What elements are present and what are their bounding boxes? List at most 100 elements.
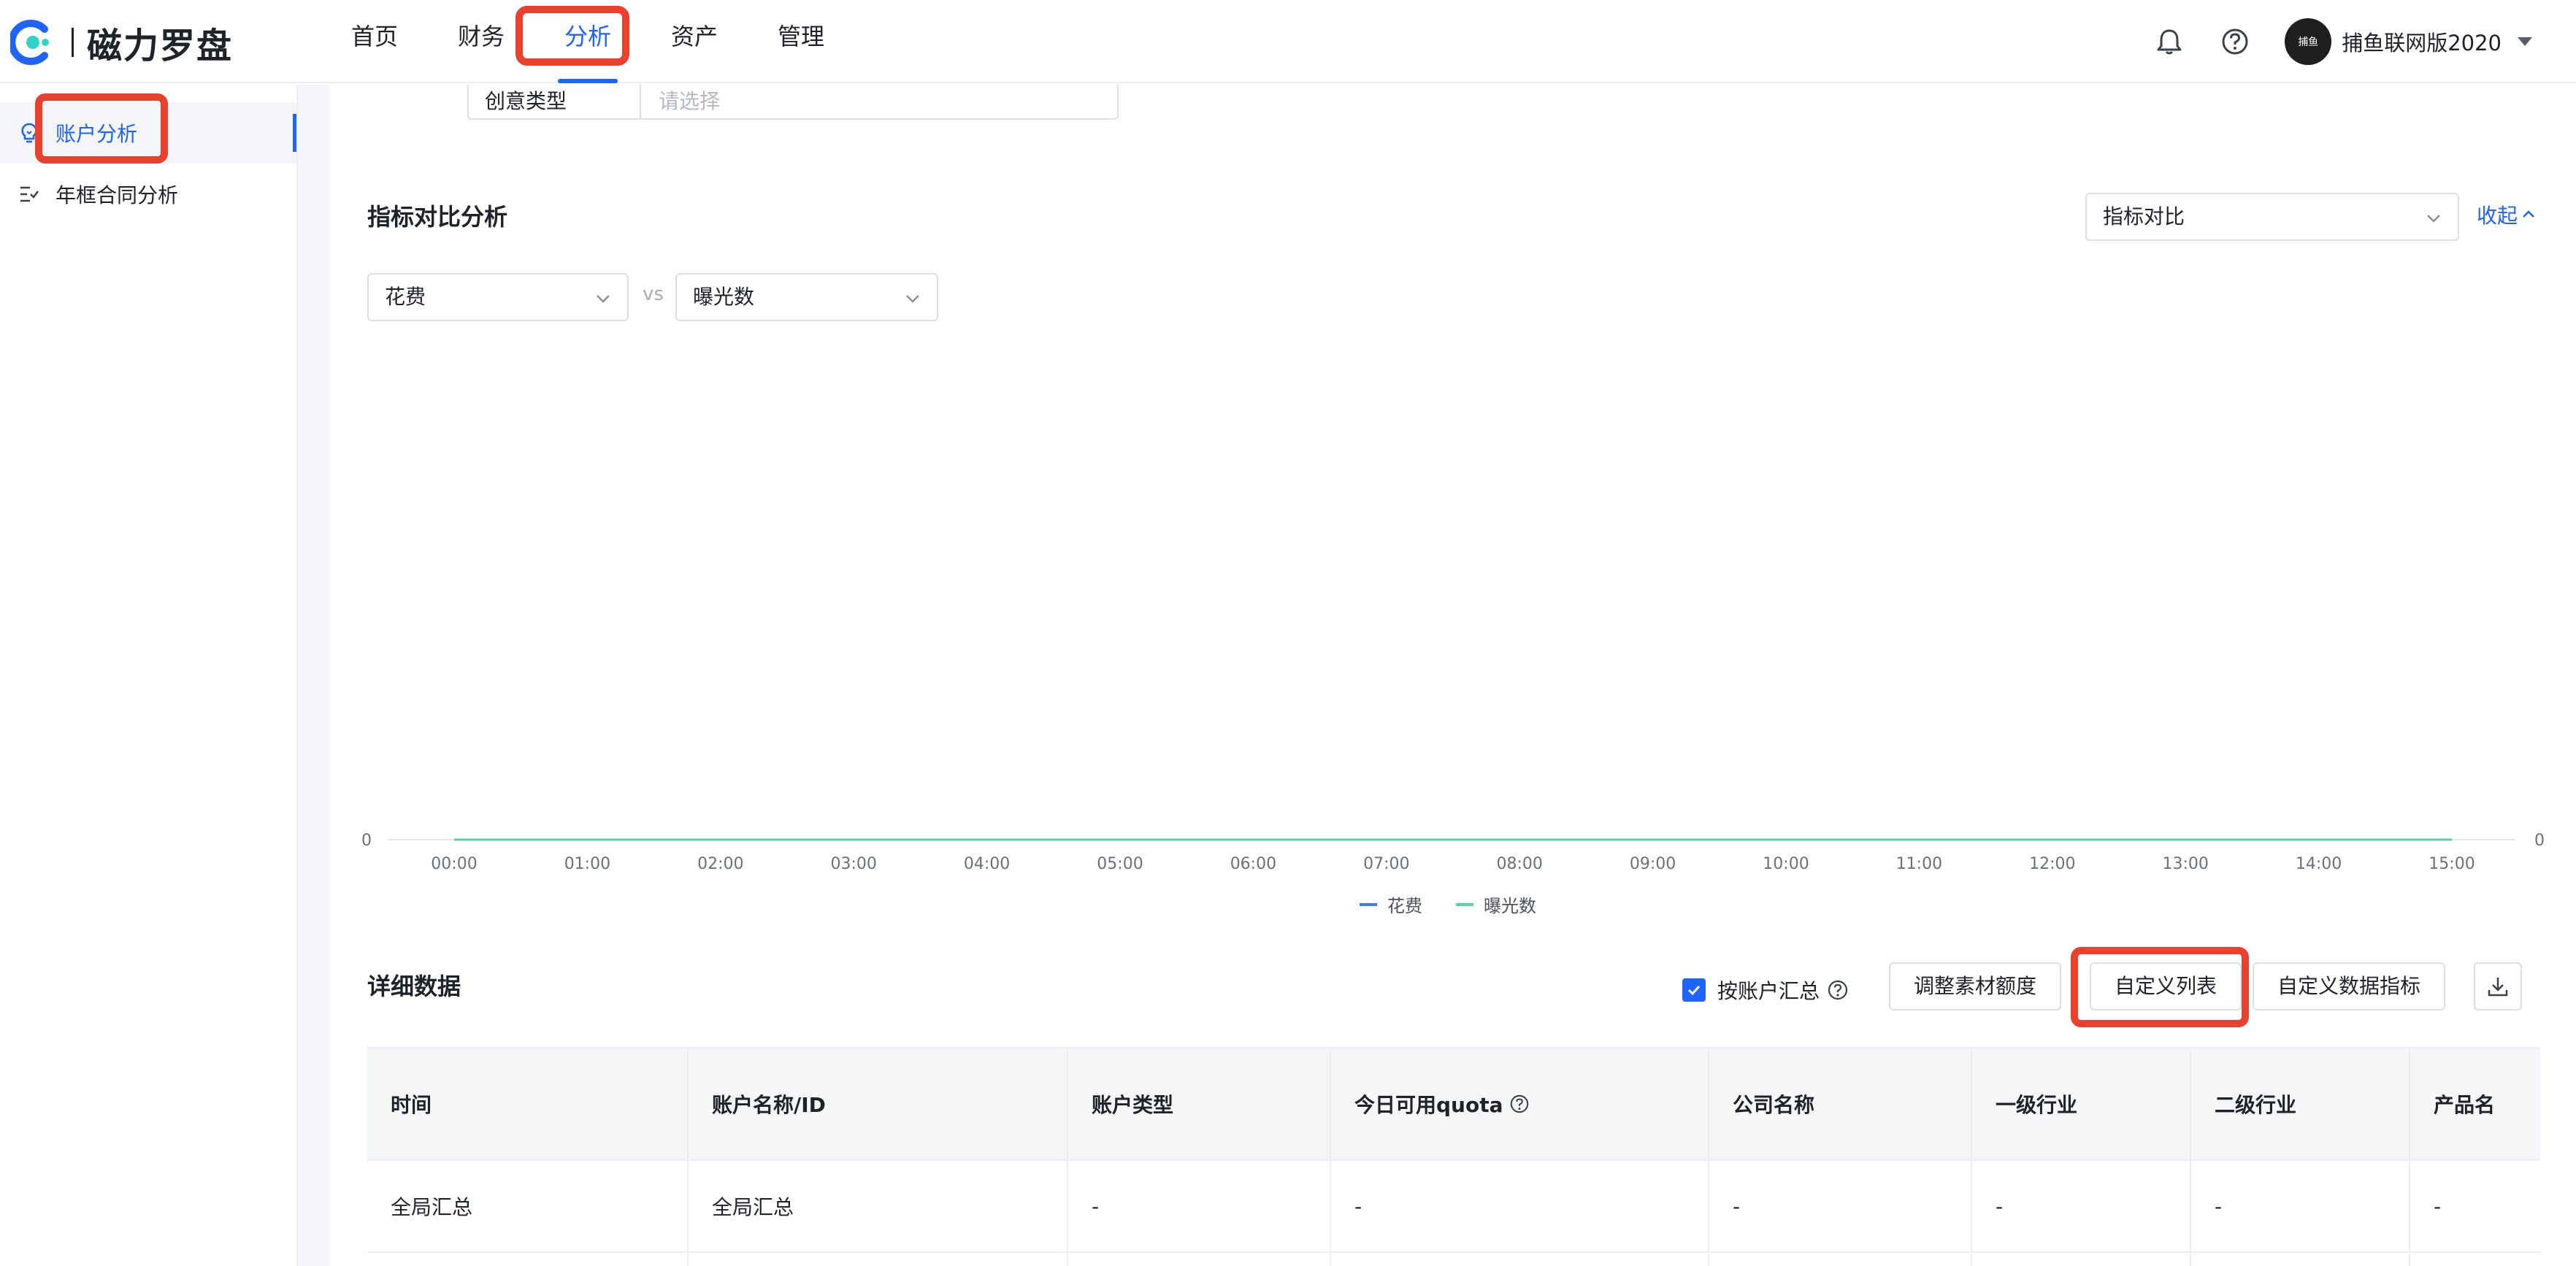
x-tick-label: 11:00 [1896,855,1942,873]
x-tick-label: 04:00 [964,855,1010,873]
logo-text: 磁力罗盘 [87,26,234,66]
col-header-product[interactable]: 产品名 [2410,1048,2540,1159]
bell-icon[interactable] [2153,26,2185,58]
x-tick-label: 14:00 [2296,855,2342,873]
nav-assets[interactable]: 资产 [641,0,748,83]
metric-b-value: 曝光数 [693,285,755,309]
col-header-industry-2[interactable]: 二级行业 [2191,1048,2410,1159]
y-right-tick-label: 0 [2534,832,2545,850]
chevron-down-icon [597,295,610,303]
col-header-quota[interactable]: 今日可用quota [1331,1048,1709,1159]
x-tick-label: 15:00 [2429,855,2475,873]
aggregate-by-account-checkbox[interactable]: 按账户汇总 [1682,975,1849,1005]
cell-company: - [1709,1161,1972,1251]
x-tick-label: 08:00 [1496,855,1542,873]
table-row[interactable]: 全局汇总 全局汇总 - - - - - - [367,1161,2540,1253]
chevron-up-icon [2523,210,2534,218]
x-tick-label: 00:00 [431,855,477,873]
x-tick-label: 01:00 [564,855,610,873]
cell-company [1709,1253,1972,1266]
compass-logo-icon [10,20,49,65]
download-icon [2488,978,2508,997]
compare-mode-select[interactable]: 指标对比 [2085,193,2459,241]
detail-section-title: 详细数据 [367,972,461,1000]
legend-label-spend: 花费 [1387,896,1422,916]
content-gutter [298,85,330,1266]
top-header: 磁力罗盘 首页 财务 分析 资产 管理 捕鱼 捕鱼联网版2020 [0,0,2576,83]
cell-industry-2 [2191,1253,2410,1266]
cell-industry-2: - [2191,1161,2410,1251]
user-name[interactable]: 捕鱼联网版2020 [2342,26,2502,57]
help-icon[interactable] [1827,979,1849,1001]
cell-product [2410,1253,2540,1266]
chevron-down-icon [906,295,919,303]
help-icon[interactable] [2219,26,2251,58]
chevron-down-icon[interactable] [2518,37,2532,46]
x-tick-label: 02:00 [697,855,743,873]
col-header-time[interactable]: 时间 [367,1048,689,1159]
metric-a-select[interactable]: 花费 [367,273,629,321]
sidebar-item-label: 年框合同分析 [55,183,179,207]
help-icon[interactable] [1509,1094,1530,1114]
legend-item-impressions[interactable]: 曝光数 [1456,891,1536,917]
nav-manage[interactable]: 管理 [748,0,854,83]
vs-label: vs [643,283,664,305]
metric-a-value: 花费 [385,285,426,309]
cell-time [367,1253,689,1266]
creative-type-filter[interactable]: 创意类型 请选择 [467,85,1119,120]
nav-active-underline [558,79,618,83]
table-row[interactable] [367,1253,2540,1266]
legend-item-spend[interactable]: 花费 [1360,891,1422,917]
y-left-tick-label: 0 [361,832,372,850]
cell-industry-1: - [1972,1161,2191,1251]
download-button[interactable] [2474,962,2522,1010]
x-tick-label: 09:00 [1630,855,1676,873]
col-header-account[interactable]: 账户名称/ID [689,1048,1068,1159]
x-tick-label: 03:00 [830,855,876,873]
nav-home[interactable]: 首页 [321,0,428,83]
cell-industry-1 [1972,1253,2191,1266]
cell-account-type: - [1068,1161,1331,1251]
col-header-company[interactable]: 公司名称 [1709,1048,1972,1159]
table-header-row: 时间 账户名称/ID 账户类型 今日可用quota 公司名称 一级行业 二级行业… [367,1048,2540,1161]
cell-product: - [2434,1194,2442,1219]
sidebar: 账户分析 年框合同分析 [0,85,298,1266]
avatar-text: 捕鱼 [2298,37,2319,48]
logo-divider [72,28,74,57]
app-logo[interactable]: 磁力罗盘 [10,13,233,72]
creative-type-label: 创意类型 [469,85,641,118]
list-check-icon [16,181,42,207]
col-header-quota-label: 今日可用quota [1354,1093,1503,1117]
metric-b-select[interactable]: 曝光数 [675,273,938,321]
checkbox-checked-icon [1682,978,1706,1002]
compare-mode-value: 指标对比 [2103,204,2185,229]
metric-section-title: 指标对比分析 [367,203,508,231]
sidebar-item-contract-analysis[interactable]: 年框合同分析 [0,164,296,225]
x-tick-label: 07:00 [1363,855,1409,873]
avatar[interactable]: 捕鱼 [2285,18,2332,65]
legend-label-impressions: 曝光数 [1484,896,1536,916]
cell-time: 全局汇总 [367,1161,689,1251]
metric-line-chart: 0 0 00:00 01:00 02:00 03:00 04:00 05:00 06:00 07:… [361,832,2545,873]
x-tick-label: 05:00 [1097,855,1143,873]
legend-swatch-spend [1360,902,1377,906]
sidebar-active-bar [293,114,296,152]
cell-account: 全局汇总 [689,1161,1068,1251]
custom-metrics-button[interactable]: 自定义数据指标 [2253,962,2445,1010]
x-tick-label: 12:00 [2029,855,2075,873]
header-actions: 捕鱼 捕鱼联网版2020 [2153,0,2576,83]
detail-table: 时间 账户名称/ID 账户类型 今日可用quota 公司名称 一级行业 二级行业… [367,1047,2540,1266]
chart-legend: 花费 曝光数 [1360,891,1536,917]
collapse-label: 收起 [2477,204,2518,228]
x-tick-label: 06:00 [1230,855,1276,873]
col-header-industry-1[interactable]: 一级行业 [1972,1048,2191,1159]
highlight-box-sidebar [35,93,168,164]
legend-swatch-impressions [1456,902,1473,906]
adjust-material-quota-button[interactable]: 调整素材额度 [1889,962,2061,1010]
creative-type-input[interactable]: 请选择 [641,85,720,118]
cell-account [689,1253,1068,1266]
collapse-link[interactable]: 收起 [2477,200,2537,229]
aggregate-label: 按账户汇总 [1717,979,1820,1003]
highlight-box-nav [515,6,629,66]
col-header-account-type[interactable]: 账户类型 [1068,1048,1331,1159]
